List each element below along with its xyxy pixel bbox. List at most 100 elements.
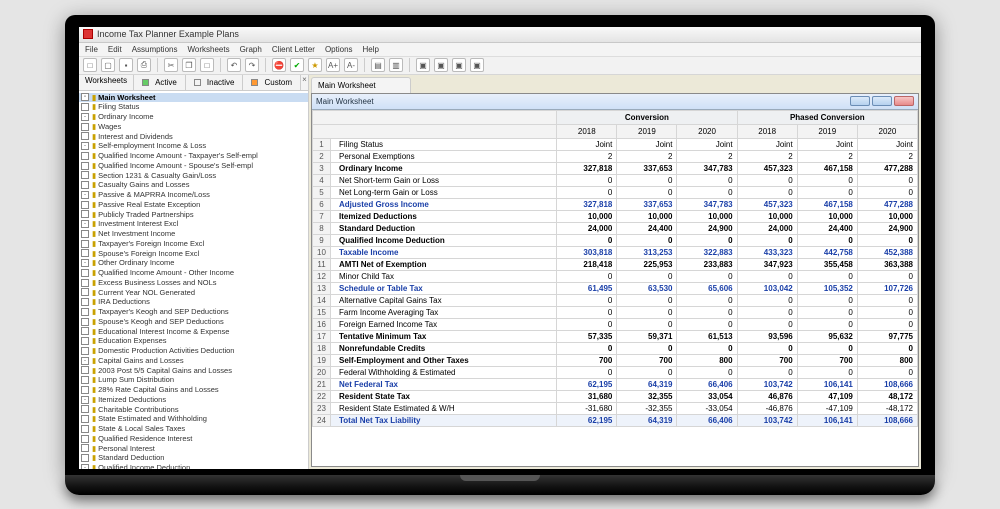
cell-value[interactable]: 93,596 [737, 330, 797, 342]
menu-options[interactable]: Options [325, 45, 353, 54]
cell-value[interactable]: 10,000 [617, 210, 677, 222]
cell-value[interactable]: 61,495 [557, 282, 617, 294]
cell-value[interactable]: 0 [857, 306, 917, 318]
grid-row[interactable]: 5Net Long-term Gain or Loss000000 [313, 186, 918, 198]
cell-value[interactable]: 2 [677, 150, 737, 162]
cell-value[interactable]: 477,288 [857, 198, 917, 210]
tree-node[interactable]: ▮State & Local Sales Taxes [79, 424, 308, 434]
menu-file[interactable]: File [85, 45, 98, 54]
cell-value[interactable]: 0 [617, 294, 677, 306]
tree-node[interactable]: ▮Educational Interest Income & Expense [79, 327, 308, 337]
cell-value[interactable]: 103,742 [737, 378, 797, 390]
menu-graph[interactable]: Graph [240, 45, 262, 54]
cell-value[interactable]: 700 [557, 354, 617, 366]
cell-value[interactable]: 95,632 [797, 330, 857, 342]
collapse-icon[interactable]: - [81, 113, 89, 121]
stop-icon[interactable]: ⛔ [272, 58, 286, 72]
cell-value[interactable]: 10,000 [557, 210, 617, 222]
cell-value[interactable]: 0 [857, 294, 917, 306]
tree-node[interactable]: -▮Ordinary Income [79, 112, 308, 122]
redo-icon[interactable]: ↷ [245, 58, 259, 72]
cell-value[interactable]: 0 [557, 186, 617, 198]
close-button[interactable] [894, 96, 914, 106]
cell-value[interactable]: 0 [857, 234, 917, 246]
cell-value[interactable]: 0 [797, 366, 857, 378]
paste-icon[interactable]: □ [200, 58, 214, 72]
cell-value[interactable]: 0 [557, 306, 617, 318]
cell-value[interactable]: 800 [677, 354, 737, 366]
cell-value[interactable]: 700 [617, 354, 677, 366]
cell-value[interactable]: 313,253 [617, 246, 677, 258]
save-icon[interactable]: ▪ [119, 58, 133, 72]
cell-value[interactable]: 32,355 [617, 390, 677, 402]
grid-row[interactable]: 12Minor Child Tax000000 [313, 270, 918, 282]
tree-node[interactable]: ▮Current Year NOL Generated [79, 288, 308, 298]
cell-value[interactable]: Joint [737, 138, 797, 150]
menu-worksheets[interactable]: Worksheets [187, 45, 229, 54]
cell-value[interactable]: 0 [557, 366, 617, 378]
cell-value[interactable]: 0 [557, 318, 617, 330]
cell-value[interactable]: Joint [857, 138, 917, 150]
grid-row[interactable]: 1Filing StatusJointJointJointJointJointJ… [313, 138, 918, 150]
cell-value[interactable]: 337,653 [617, 162, 677, 174]
cell-value[interactable]: 347,923 [737, 258, 797, 270]
cell-value[interactable]: 66,406 [677, 378, 737, 390]
grid-row[interactable]: 8Standard Deduction24,00024,40024,90024,… [313, 222, 918, 234]
grid-row[interactable]: 15Farm Income Averaging Tax000000 [313, 306, 918, 318]
cell-value[interactable]: 0 [677, 234, 737, 246]
print-icon[interactable]: ⎙ [137, 58, 151, 72]
cell-value[interactable]: 103,742 [737, 414, 797, 426]
doc-tab-main[interactable]: Main Worksheet [311, 77, 411, 93]
cell-value[interactable]: 0 [857, 342, 917, 354]
cell-value[interactable]: 0 [737, 186, 797, 198]
cell-value[interactable]: 64,319 [617, 414, 677, 426]
tree-node[interactable]: ▮Qualified Income Amount - Spouse's Self… [79, 161, 308, 171]
warn-icon[interactable]: ★ [308, 58, 322, 72]
grid-row[interactable]: 14Alternative Capital Gains Tax000000 [313, 294, 918, 306]
cell-value[interactable]: 0 [557, 174, 617, 186]
cell-value[interactable]: 467,158 [797, 162, 857, 174]
cell-value[interactable]: 0 [557, 342, 617, 354]
cell-value[interactable]: 62,195 [557, 378, 617, 390]
cell-value[interactable]: 10,000 [797, 210, 857, 222]
cut-icon[interactable]: ✂ [164, 58, 178, 72]
cell-value[interactable]: 0 [737, 174, 797, 186]
cell-value[interactable]: 0 [737, 234, 797, 246]
cell-value[interactable]: 10,000 [677, 210, 737, 222]
tree-node[interactable]: -▮Itemized Deductions [79, 395, 308, 405]
cell-value[interactable]: 800 [857, 354, 917, 366]
font-inc-icon[interactable]: A+ [326, 58, 340, 72]
cell-value[interactable]: Joint [677, 138, 737, 150]
cell-value[interactable]: 24,400 [797, 222, 857, 234]
cell-value[interactable]: 33,054 [677, 390, 737, 402]
cell-value[interactable]: 0 [797, 174, 857, 186]
cell-value[interactable]: 0 [557, 294, 617, 306]
cell-value[interactable]: 64,319 [617, 378, 677, 390]
tree-node[interactable]: ▮Personal Interest [79, 444, 308, 454]
tree-node[interactable]: ▮Excess Business Losses and NOLs [79, 278, 308, 288]
tree-node[interactable]: ▮28% Rate Capital Gains and Losses [79, 385, 308, 395]
grid-row[interactable]: 17Tentative Minimum Tax57,33559,37161,51… [313, 330, 918, 342]
grid-row[interactable]: 21Net Federal Tax62,19564,31966,406103,7… [313, 378, 918, 390]
cell-value[interactable]: 0 [857, 174, 917, 186]
cell-value[interactable]: 218,418 [557, 258, 617, 270]
win3-icon[interactable]: ▣ [452, 58, 466, 72]
menu-edit[interactable]: Edit [108, 45, 122, 54]
column-year-header[interactable]: 2019 [797, 124, 857, 138]
cell-value[interactable]: 108,666 [857, 414, 917, 426]
grid-row[interactable]: 7Itemized Deductions10,00010,00010,00010… [313, 210, 918, 222]
cell-value[interactable]: 327,818 [557, 198, 617, 210]
cell-value[interactable]: 57,335 [557, 330, 617, 342]
win4-icon[interactable]: ▣ [470, 58, 484, 72]
cell-value[interactable]: 0 [737, 306, 797, 318]
cell-value[interactable]: 467,158 [797, 198, 857, 210]
tab-active[interactable]: Active [134, 75, 186, 90]
minimize-button[interactable] [850, 96, 870, 106]
cell-value[interactable]: -33,054 [677, 402, 737, 414]
tree-node[interactable]: ▮Lump Sum Distribution [79, 375, 308, 385]
cell-value[interactable]: 0 [617, 366, 677, 378]
cell-value[interactable]: 0 [677, 318, 737, 330]
tree-node[interactable]: ▮Standard Deduction [79, 453, 308, 463]
cell-value[interactable]: 106,141 [797, 378, 857, 390]
grid-row[interactable]: 13Schedule or Table Tax61,49563,53065,60… [313, 282, 918, 294]
